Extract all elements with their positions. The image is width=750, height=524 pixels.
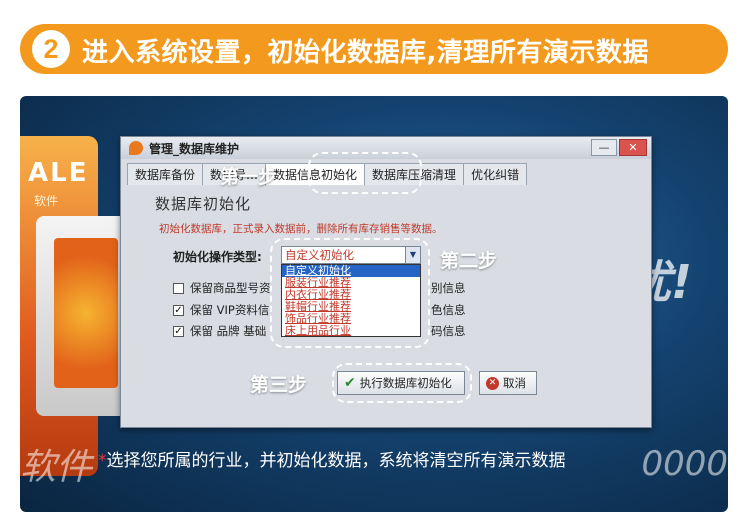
footnote: *选择您所属的行业，并初始化数据，系统将清空所有演示数据 (98, 446, 566, 471)
header-banner: 2 进入系统设置，初始化数据库,清理所有演示数据 (20, 24, 728, 74)
checkbox-2-label: 保留 VIP资料信 (190, 303, 270, 317)
footnote-star: * (98, 451, 107, 471)
checkbox-1-label: 保留商品型号资 (190, 281, 271, 295)
cancel-label: 取消 (503, 376, 526, 390)
app-logo-icon (129, 141, 143, 155)
background-brand-sub: 软件 (34, 194, 59, 208)
section-title: 数据库初始化 (155, 195, 252, 213)
close-button[interactable]: ✕ (619, 139, 647, 156)
background-monitor-screen (54, 238, 118, 388)
checkbox-row-1[interactable]: 保留商品型号资 (173, 280, 271, 296)
tab-database-backup[interactable]: 数据库备份 (127, 163, 204, 185)
checkbox-2[interactable]: ✓ (173, 304, 184, 316)
init-type-label: 初始化操作类型: (173, 250, 262, 264)
initialize-hint: 初始化数据库，正式录入数据前，删除所有库存销售等数据。 (159, 223, 443, 235)
minimize-button[interactable]: — (591, 139, 617, 156)
tab-optimize-fix[interactable]: 优化纠错 (463, 163, 528, 185)
cancel-button[interactable]: ✕ 取消 (479, 371, 537, 395)
checkbox-1-right-text: 别信息 (431, 281, 466, 295)
banner-title: 进入系统设置，初始化数据库,清理所有演示数据 (82, 38, 649, 68)
checkbox-3-label: 保留 品牌 基础 (190, 324, 267, 338)
checkbox-row-3[interactable]: ✓ 保留 品牌 基础 (173, 323, 266, 339)
step3-label: 第三步 (250, 374, 308, 396)
background-deco-bottom-left: 软件 (20, 447, 93, 488)
screenshot-panel: ALE 软件 优! 软件 0000 管理_数据库维护 — ✕ 数据库备份 数据导… (20, 96, 728, 512)
step1-highlight (308, 152, 422, 194)
step-number-badge: 2 (32, 30, 70, 68)
background-deco-bottom-right: 0000 (641, 444, 728, 484)
step2-label: 第二步 (440, 250, 498, 272)
checkbox-3-right-text: 码信息 (431, 324, 466, 338)
dialog-title: 管理_数据库维护 (149, 141, 240, 156)
step1-label: 第一步 (220, 166, 278, 188)
footnote-text: 选择您所属的行业，并初始化数据，系统将清空所有演示数据 (106, 451, 566, 471)
background-brand-text: ALE (28, 158, 89, 188)
checkbox-1[interactable] (173, 282, 184, 294)
step2-highlight (270, 238, 430, 348)
cancel-icon: ✕ (486, 376, 499, 390)
checkbox-row-2[interactable]: ✓ 保留 VIP资料信 (173, 302, 269, 318)
checkbox-3[interactable]: ✓ (173, 325, 184, 337)
background-monitor-image (36, 216, 128, 416)
step3-highlight (332, 363, 472, 403)
checkbox-2-right-text: 色信息 (431, 303, 466, 317)
